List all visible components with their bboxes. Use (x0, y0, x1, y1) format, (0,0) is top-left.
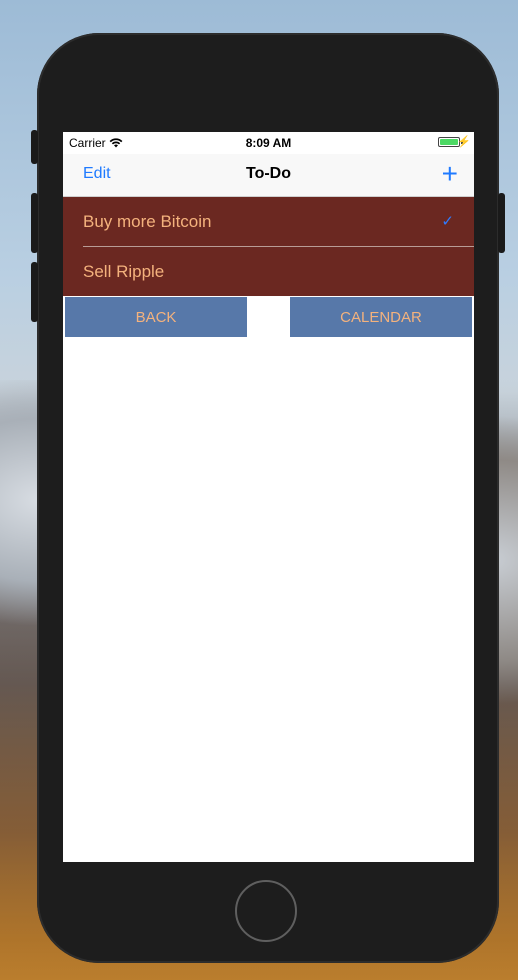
back-button[interactable]: BACK (65, 297, 247, 337)
home-button[interactable] (235, 880, 297, 942)
app-screen: Carrier 8:09 AM ⚡ Edit To-Do + Buy more … (63, 132, 474, 862)
volume-up-button (31, 193, 38, 253)
volume-down-button (31, 262, 38, 322)
add-icon[interactable]: + (442, 160, 458, 188)
button-row: BACK CALENDAR (63, 296, 474, 340)
navigation-bar: Edit To-Do + (63, 154, 474, 197)
todo-list: Buy more Bitcoin ✓ Sell Ripple (63, 197, 474, 296)
todo-label: Sell Ripple (83, 261, 165, 281)
power-button (498, 193, 505, 253)
mute-switch (31, 130, 38, 164)
calendar-button[interactable]: CALENDAR (290, 297, 472, 337)
todo-label: Buy more Bitcoin (83, 211, 212, 231)
status-time: 8:09 AM (245, 136, 292, 150)
todo-row[interactable]: Buy more Bitcoin ✓ (63, 197, 474, 246)
nav-title: To-Do (245, 165, 291, 182)
charging-bolt-icon: ⚡ (457, 136, 471, 148)
todo-row[interactable]: Sell Ripple (83, 246, 474, 296)
checkmark-icon: ✓ (441, 213, 454, 230)
status-bar: Carrier 8:09 AM ⚡ (63, 132, 474, 154)
